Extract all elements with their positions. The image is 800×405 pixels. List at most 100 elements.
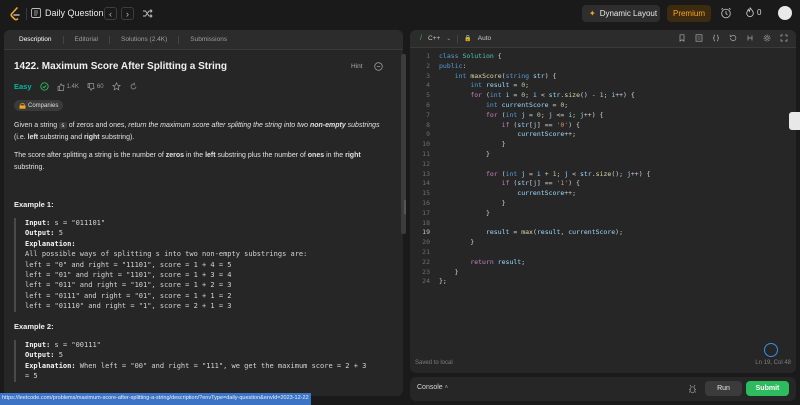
console-toggle[interactable]: Console ˄: [417, 384, 448, 391]
debug-icon[interactable]: [688, 384, 697, 394]
dynamic-layout-label: Dynamic Layout: [599, 9, 658, 18]
prev-problem-button[interactable]: ‹: [104, 7, 117, 20]
explanation-line: left = "0111" and right = "01", score = …: [25, 291, 232, 300]
chat-icon[interactable]: [764, 343, 778, 357]
dynamic-layout-button[interactable]: ✦ Dynamic Layout: [582, 5, 660, 22]
solved-check-icon: [39, 82, 49, 91]
tab-submissions[interactable]: Submissions: [183, 30, 234, 50]
code-area[interactable]: 1 class Solution { 2 public: 3 int maxScor…: [410, 52, 796, 287]
text: ones: [307, 152, 325, 159]
description-paragraph-2: The score after splitting a string is th…: [14, 150, 389, 173]
console-bar: Console ˄ Run Submit: [410, 377, 796, 401]
avatar[interactable]: [778, 6, 792, 20]
run-button[interactable]: Run: [705, 381, 742, 396]
code-line: 8 if (str[j] == '0') {: [426, 120, 580, 129]
like-button[interactable]: 1.4K: [57, 82, 79, 91]
text: non-empty: [309, 122, 346, 129]
streak-counter[interactable]: 0: [746, 7, 761, 17]
expand-icon[interactable]: [780, 34, 788, 42]
text: zeros: [165, 152, 185, 159]
text: The score after splitting a string is th…: [14, 152, 166, 159]
leetcode-logo-icon[interactable]: [9, 7, 21, 21]
language-select[interactable]: C++: [428, 35, 440, 42]
text: in the: [184, 152, 206, 159]
explanation-line: left = "01110" and right = "1", score = …: [25, 302, 232, 311]
lock-icon: [19, 102, 26, 109]
explanation-line: = 5: [25, 372, 38, 381]
info-icon[interactable]: [374, 62, 383, 71]
status-bar-url: https://leetcode.com/problems/maximum-sc…: [0, 393, 311, 405]
problem-list-title[interactable]: Daily Question: [45, 8, 104, 18]
shuffle-icon[interactable]: [142, 8, 153, 19]
code-line: 21: [422, 247, 430, 256]
autocomplete-mode[interactable]: Auto: [478, 35, 491, 42]
reset-icon[interactable]: [729, 34, 737, 42]
star-icon[interactable]: [111, 82, 121, 91]
code-line: 5 for (int i = 0; i < str.size() - 1; i+…: [426, 91, 635, 100]
bookmark-icon[interactable]: [678, 34, 686, 42]
dislike-count: 60: [96, 83, 104, 90]
premium-button[interactable]: Premium: [667, 5, 711, 22]
explanation-label: Explanation:: [25, 239, 76, 248]
code-line: 13 for (int j = i + 1; j < str.size(); j…: [422, 169, 651, 178]
explanation-line: left = "01" and right = "1101", score = …: [25, 271, 232, 280]
next-problem-button[interactable]: ›: [121, 7, 134, 20]
text: right: [84, 133, 100, 141]
text: right: [345, 152, 361, 159]
submit-button[interactable]: Submit: [746, 381, 789, 396]
text: (i.e.: [14, 133, 28, 141]
explanation-line: left = "0" and right = "11101", score = …: [25, 260, 232, 269]
problem-list-icon[interactable]: [31, 8, 41, 18]
share-icon[interactable]: [129, 82, 138, 91]
code-line: 6 int currentScore = 0;: [426, 100, 569, 109]
output-value: 5: [54, 351, 63, 360]
shortcut-icon[interactable]: [746, 34, 754, 42]
input-label: Input:: [25, 219, 51, 227]
companies-label: Companies: [28, 102, 59, 109]
thumbs-down-icon: [87, 82, 95, 91]
like-count: 1.4K: [66, 83, 79, 90]
streak-count: 0: [757, 7, 762, 17]
description-tabs: Description Editorial Solutions (2.4K) S…: [4, 30, 403, 50]
settings-gear-icon[interactable]: [763, 34, 771, 42]
problem-title[interactable]: 1422. Maximum Score After Splitting a St…: [14, 61, 227, 72]
divider: [457, 34, 459, 43]
code-line: 2 public:: [426, 61, 467, 70]
side-panel-toggle-icon[interactable]: [789, 112, 800, 130]
tab-description[interactable]: Description: [12, 30, 59, 50]
divider: [178, 35, 180, 44]
dislike-button[interactable]: 60: [87, 82, 104, 91]
panel-resize-handle[interactable]: [404, 200, 406, 214]
code-line: 1 class Solution {: [426, 52, 502, 60]
tab-solutions[interactable]: Solutions (2.4K): [114, 30, 174, 50]
thumbs-up-icon: [57, 82, 64, 91]
code-line: 18: [422, 218, 430, 227]
save-status: Saved to local: [415, 360, 453, 366]
output-value: 5: [54, 229, 63, 238]
code-line: 22 return result;: [422, 257, 526, 266]
alarm-clock-icon[interactable]: [720, 7, 732, 19]
example-2-heading: Example 2:: [14, 322, 54, 331]
companies-tag[interactable]: Companies: [14, 100, 64, 111]
divider: [109, 35, 110, 44]
text: left: [205, 152, 216, 159]
code-line: 9 currentScore++;: [426, 130, 576, 139]
chevron-up-icon: ˄: [444, 385, 449, 391]
code-line: 12: [422, 159, 430, 168]
console-label: Console: [417, 384, 443, 391]
difficulty-badge: Easy: [14, 82, 32, 91]
input-value: s = "00111": [50, 341, 101, 349]
chevron-down-icon[interactable]: ⌄: [446, 35, 451, 42]
tab-editorial[interactable]: Editorial: [68, 30, 105, 50]
description-paragraph-1: Given a string s of zeros and ones, retu…: [14, 120, 389, 143]
input-value: s = "011101": [50, 219, 106, 227]
notes-icon[interactable]: [695, 34, 703, 42]
output-label: Output:: [25, 229, 55, 238]
editor-actions: [678, 34, 788, 42]
hint-button[interactable]: Hint: [351, 63, 363, 70]
lock-icon: 🔒: [464, 36, 472, 42]
explanation-line: All possible ways of splitting s into tw…: [25, 250, 308, 259]
braces-icon[interactable]: [712, 34, 720, 42]
text: in the: [324, 152, 346, 159]
code-line: 15 currentScore++;: [422, 189, 576, 198]
